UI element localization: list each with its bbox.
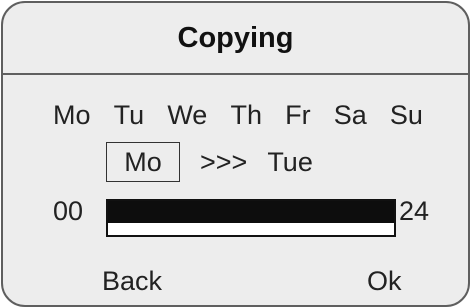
- weekday-row: Mo Tu We Th Fr Sa Su: [53, 100, 423, 131]
- day-we: We: [167, 100, 208, 130]
- screen-title: Copying: [177, 21, 294, 54]
- day-sa: Sa: [333, 100, 367, 130]
- back-button[interactable]: Back: [102, 266, 162, 297]
- day-mo: Mo: [53, 100, 91, 130]
- title-bar: Copying: [3, 3, 468, 75]
- device-screen: Copying Mo Tu We Th Fr Sa Su Mo >>> Tue …: [1, 1, 470, 307]
- source-day-selector[interactable]: Mo: [106, 142, 180, 182]
- day-th: Th: [230, 100, 262, 130]
- day-fr: Fr: [285, 100, 311, 130]
- target-day: Tue: [267, 146, 313, 177]
- day-tu: Tu: [113, 100, 145, 130]
- ok-button[interactable]: Ok: [367, 266, 402, 297]
- time-start-label: 00: [53, 196, 84, 226]
- time-end-label: 24: [399, 196, 430, 226]
- time-schedule-fill: [108, 201, 394, 223]
- copy-arrows: >>>: [200, 146, 248, 177]
- time-schedule-bar: [106, 199, 396, 237]
- day-su: Su: [389, 100, 423, 130]
- copy-row: Mo >>> Tue: [106, 142, 313, 182]
